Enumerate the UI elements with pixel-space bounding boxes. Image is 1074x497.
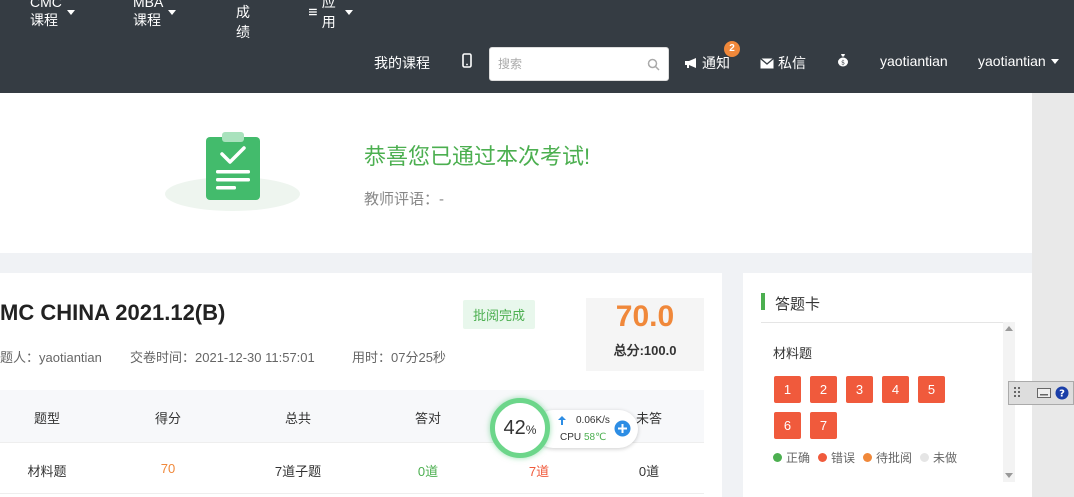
teacher-comment: 教师评语：- — [364, 191, 444, 208]
question-button-1[interactable]: 1 — [774, 376, 801, 403]
nav-notify[interactable]: 通知 — [684, 53, 730, 73]
dot-icon — [818, 453, 828, 462]
notify-count-badge: 2 — [724, 41, 740, 57]
cell-correct: 0道 — [417, 464, 439, 479]
legend: 正确 错误 待批阅 未做 — [773, 449, 965, 466]
search-box — [489, 47, 669, 81]
legend-label: 正确 — [786, 451, 811, 465]
question-button-4[interactable]: 4 — [882, 376, 909, 403]
cpu-percent-unit: % — [525, 423, 537, 437]
keyboard-icon[interactable] — [1037, 388, 1051, 398]
top-navbar: CMC课程 MBA课程 查成绩 应用 我的课程 通知 2 私信 $ yaotia… — [0, 0, 1074, 93]
menu-icon — [309, 8, 317, 16]
legend-label: 错误 — [831, 451, 856, 465]
envelope-icon — [760, 57, 774, 68]
col-total: 总共 — [284, 411, 311, 426]
question-button-3[interactable]: 3 — [846, 376, 873, 403]
scroll-up-icon[interactable] — [1005, 326, 1013, 331]
congrats-title: 恭喜您已通过本次考试! — [364, 144, 591, 169]
question-button-7[interactable]: 7 — [810, 412, 837, 439]
section-label: 材料题 — [773, 346, 813, 361]
nav-apps-label: 应用 — [321, 0, 336, 30]
col-type: 题型 — [33, 411, 60, 426]
nav-cmc-dropdown[interactable]: CMC课程 — [30, 0, 75, 30]
chevron-down-icon — [168, 9, 177, 15]
cell-total: 7道子题 — [274, 464, 322, 479]
score-total: 总分:100.0 — [613, 343, 677, 358]
answer-card-accent — [761, 293, 765, 310]
answer-card: 答题卡 材料题 1 2 3 4 5 6 7 正确 错误 待批阅 未做 — [743, 273, 1032, 497]
nav-messages-label: 私信 — [778, 55, 806, 71]
legend-correct: 正确 — [773, 449, 810, 466]
cpu-percent: 42 — [503, 416, 526, 439]
submit-time: 交卷时间：2021-12-30 11:57:01 — [130, 350, 315, 365]
legend-label: 未做 — [933, 451, 958, 465]
cpu-label: CPU — [560, 432, 582, 443]
chevron-down-icon — [345, 9, 353, 15]
score-box: 70.0 总分:100.0 — [586, 298, 704, 371]
status-badge: 批阅完成 — [463, 300, 536, 329]
cpu-temp: 58℃ — [584, 432, 607, 443]
nav-apps-dropdown[interactable]: 应用 — [309, 0, 353, 32]
mobile-icon[interactable] — [462, 53, 472, 68]
plus-circle-icon[interactable] — [614, 420, 631, 437]
nav-user-dropdown-label: yaotiantian — [978, 53, 1046, 69]
clipboard-check-icon — [206, 132, 260, 200]
nav-messages[interactable]: 私信 — [760, 53, 806, 73]
nav-cmc-label: CMC课程 — [30, 0, 62, 28]
svg-text:$: $ — [841, 60, 845, 67]
cpu-usage-ring: 42% — [490, 398, 550, 458]
nav-user-link[interactable]: yaotiantian — [880, 53, 948, 69]
cell-wrong: 7道 — [528, 464, 550, 479]
cell-unanswered: 0道 — [638, 464, 660, 479]
cell-score: 70 — [160, 461, 176, 476]
legend-wrong: 错误 — [818, 449, 855, 466]
grip-icon — [1014, 387, 1020, 397]
money-bag-icon[interactable]: $ — [837, 53, 849, 67]
bullhorn-icon — [685, 58, 696, 68]
duration: 用时：07分25秒 — [352, 350, 446, 365]
net-speed: 0.06K/s — [576, 415, 610, 426]
question-button-2[interactable]: 2 — [810, 376, 837, 403]
question-button-5[interactable]: 5 — [918, 376, 945, 403]
examinee: 题人：yaotiantian — [0, 350, 102, 365]
chevron-down-icon — [66, 9, 75, 15]
question-button-6[interactable]: 6 — [774, 412, 801, 439]
answer-card-title: 答题卡 — [775, 296, 821, 313]
nav-my-courses[interactable]: 我的课程 — [374, 53, 430, 73]
legend-pending: 待批阅 — [863, 449, 912, 466]
legend-undone: 未做 — [920, 449, 957, 466]
chevron-down-icon — [1050, 58, 1059, 64]
nav-notify-label: 通知 — [702, 55, 730, 71]
nav-mba-label: MBA课程 — [133, 0, 164, 28]
page-gutter — [1032, 93, 1074, 497]
nav-scores[interactable]: 查成绩 — [236, 0, 250, 42]
legend-label: 待批阅 — [876, 451, 913, 465]
dot-icon — [863, 453, 873, 462]
dot-icon — [920, 453, 930, 462]
help-icon[interactable]: ? — [1055, 386, 1069, 400]
exam-title: MC CHINA 2021.12(B) — [0, 300, 226, 325]
col-correct: 答对 — [414, 411, 441, 426]
dot-icon — [773, 453, 782, 462]
cpu-monitor-widget[interactable]: 0.06K/s CPU 58℃ 42% — [490, 398, 638, 458]
nav-user-dropdown[interactable]: yaotiantian — [978, 53, 1059, 69]
col-score: 得分 — [154, 411, 181, 426]
score-value: 70.0 — [615, 300, 675, 333]
cell-type: 材料题 — [27, 464, 67, 479]
arrow-up-icon — [558, 416, 566, 425]
ime-toolbar[interactable]: ? — [1008, 381, 1074, 405]
congrats-card: 恭喜您已通过本次考试! 教师评语：- — [0, 93, 1032, 253]
search-input[interactable] — [498, 57, 638, 71]
nav-scores-label: 查成绩 — [236, 4, 250, 40]
search-icon[interactable] — [647, 58, 660, 71]
svg-text:?: ? — [1059, 389, 1065, 400]
scroll-down-icon[interactable] — [1005, 473, 1013, 478]
nav-mba-dropdown[interactable]: MBA课程 — [133, 0, 177, 30]
exam-result-card: MC CHINA 2021.12(B) 批阅完成 题人：yaotiantian … — [0, 273, 722, 497]
answer-card-body: 材料题 1 2 3 4 5 6 7 正确 错误 待批阅 未做 — [761, 322, 1003, 492]
